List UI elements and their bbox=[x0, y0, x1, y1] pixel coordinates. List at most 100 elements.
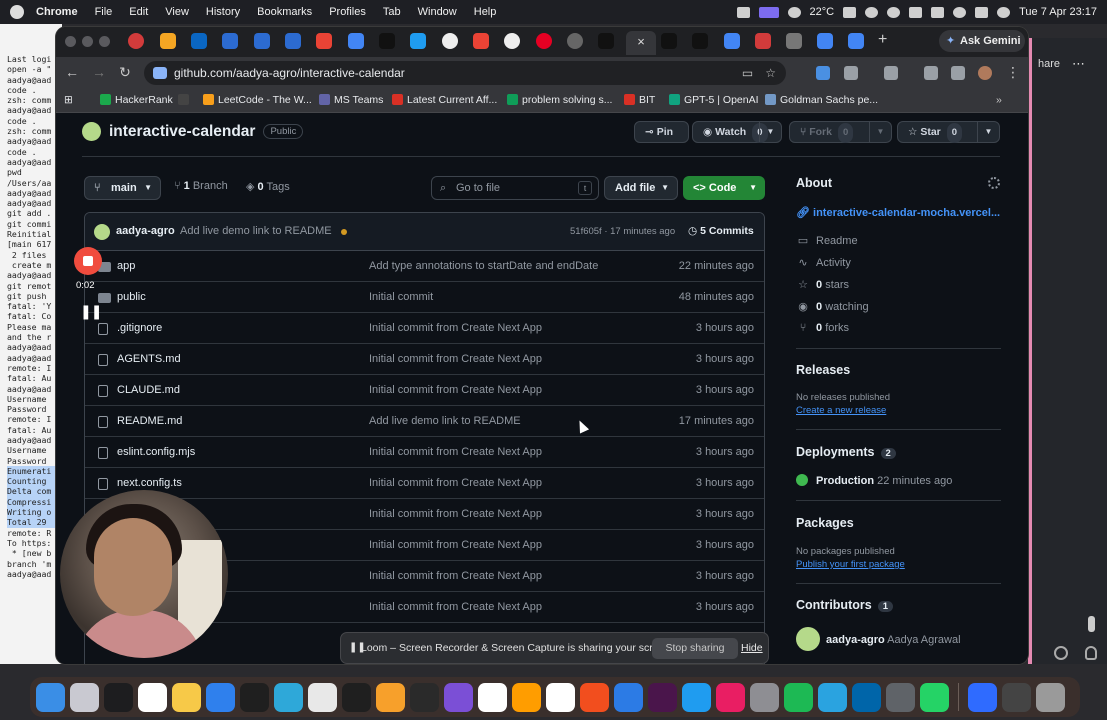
webcam-bubble[interactable] bbox=[60, 490, 228, 658]
readme-link[interactable]: ▭ Readme bbox=[796, 234, 858, 247]
branch-selector[interactable]: ⑂ main ▼ bbox=[84, 176, 161, 200]
network-icon[interactable] bbox=[968, 682, 997, 712]
file-name[interactable]: AGENTS.md bbox=[117, 353, 181, 365]
background-window[interactable]: hare ⋯ bbox=[1028, 38, 1107, 664]
bookmark-star-icon[interactable]: ☆ bbox=[765, 61, 776, 85]
mic-icon[interactable] bbox=[736, 6, 750, 18]
file-row[interactable]: next.config.ts Initial commit from Create… bbox=[85, 468, 764, 499]
emoji-icon[interactable] bbox=[1054, 646, 1068, 660]
contributor-item[interactable]: aadya-agro Aadya Agrawal bbox=[796, 627, 961, 651]
file-row[interactable]: README.md Add live demo link to README 17 … bbox=[85, 406, 764, 437]
reload-icon[interactable]: ↻ bbox=[116, 64, 134, 81]
releases-title[interactable]: Releases bbox=[796, 363, 850, 377]
tab-icon-4[interactable] bbox=[222, 33, 238, 49]
menu-edit[interactable]: Edit bbox=[129, 6, 148, 18]
terminal-window[interactable]: Last logi open -a " aadya@aad code . zsh: co… bbox=[0, 24, 62, 664]
fork-button[interactable]: ⑂ Fork 0 ▼ bbox=[789, 121, 892, 143]
commits-link[interactable]: ◷ 5 Commits bbox=[688, 225, 754, 237]
file-row[interactable]: .gitignore Initial commit from Create Nex… bbox=[85, 313, 764, 344]
menu-file[interactable]: File bbox=[95, 6, 113, 18]
google-tab-icon-2[interactable] bbox=[504, 33, 520, 49]
tab-icon-20[interactable] bbox=[755, 33, 771, 49]
file-commit-message[interactable]: Initial commit from Create Next App bbox=[369, 384, 542, 396]
deployments-title[interactable]: Deployments 2 bbox=[796, 445, 896, 459]
tab-icon-15[interactable] bbox=[567, 33, 583, 49]
vercel-tab-icon[interactable] bbox=[379, 33, 395, 49]
file-row[interactable]: eslint.config.mjs Initial commit from Cre… bbox=[85, 437, 764, 468]
file-commit-message[interactable]: Initial commit from Create Next App bbox=[369, 353, 542, 365]
site-info-icon[interactable] bbox=[153, 67, 167, 79]
file-name[interactable]: .gitignore bbox=[117, 322, 162, 334]
google-tab-icon[interactable] bbox=[442, 33, 458, 49]
file-row[interactable]: AGENTS.md Initial commit from Create Next… bbox=[85, 344, 764, 375]
commit-hash-time[interactable]: 51f605f · 17 minutes ago bbox=[570, 226, 675, 237]
more-icon[interactable]: ⋯ bbox=[1072, 56, 1085, 72]
datetime-label[interactable]: Tue 7 Apr 23:17 bbox=[1019, 6, 1097, 18]
url-text[interactable]: github.com/aadya-agro/interactive-calend… bbox=[174, 66, 405, 80]
chevron-down-icon[interactable]: ▼ bbox=[869, 122, 891, 142]
file-commit-message[interactable]: Initial commit from Create Next App bbox=[369, 570, 542, 582]
new-tab-button[interactable]: + bbox=[878, 31, 887, 49]
play-icon[interactable] bbox=[887, 6, 901, 18]
vercel-tab-icon-4[interactable] bbox=[692, 33, 708, 49]
intellij-icon[interactable] bbox=[716, 682, 745, 712]
more-bookmarks-icon[interactable]: » bbox=[996, 94, 1002, 106]
bookmark-generic[interactable] bbox=[178, 94, 193, 106]
siri-icon[interactable] bbox=[997, 6, 1011, 18]
tab-icon-22[interactable] bbox=[817, 33, 833, 49]
publish-package-link[interactable]: Publish your first package bbox=[796, 559, 905, 570]
file-row[interactable]: public Initial commit 48 minutes ago bbox=[85, 282, 764, 313]
menu-app-name[interactable]: Chrome bbox=[36, 6, 78, 18]
settings-icon[interactable] bbox=[750, 682, 779, 712]
file-row[interactable]: app Add type annotations to startDate and… bbox=[85, 251, 764, 282]
file-name[interactable]: next.config.ts bbox=[117, 477, 182, 489]
download-icon[interactable] bbox=[924, 66, 938, 80]
chevron-down-icon[interactable]: ▼ bbox=[759, 122, 781, 142]
clock-icon[interactable] bbox=[342, 682, 371, 712]
bookmark-bit[interactable]: BIT bbox=[624, 94, 655, 106]
menu-bookmarks[interactable]: Bookmarks bbox=[257, 6, 312, 18]
hide-banner-link[interactable]: Hide bbox=[741, 642, 763, 654]
extension-icon-1[interactable] bbox=[816, 66, 830, 80]
tasks-icon[interactable] bbox=[206, 682, 235, 712]
homepage-link[interactable]: 🔗︎ interactive-calendar-mocha.vercel... bbox=[796, 206, 1000, 219]
battery-icon[interactable] bbox=[909, 6, 923, 18]
audio-tab-icon[interactable] bbox=[786, 33, 802, 49]
share-label[interactable]: hare bbox=[1038, 58, 1060, 70]
chrome-menu-icon[interactable]: ⋮ bbox=[1004, 64, 1022, 81]
launchpad-icon[interactable] bbox=[70, 682, 99, 712]
minimize-window-button[interactable] bbox=[82, 36, 93, 47]
notion-icon[interactable] bbox=[138, 682, 167, 712]
github-desktop-icon[interactable] bbox=[444, 682, 473, 712]
bookmark-gpt5[interactable]: GPT-5 | OpenAI bbox=[669, 94, 759, 106]
bookmark-goldman[interactable]: Goldman Sachs pe... bbox=[765, 94, 878, 106]
file-commit-message[interactable]: Add live demo link to README bbox=[369, 415, 521, 427]
apps-grid-icon[interactable]: ⊞ bbox=[64, 94, 73, 106]
pause-icon[interactable]: ❚❚ bbox=[80, 303, 102, 320]
menu-window[interactable]: Window bbox=[418, 6, 457, 18]
vscode-icon[interactable] bbox=[682, 682, 711, 712]
menu-history[interactable]: History bbox=[206, 6, 240, 18]
author-avatar[interactable] bbox=[94, 224, 110, 240]
packages-title[interactable]: Packages bbox=[796, 516, 854, 530]
branches-link[interactable]: ⑂ 1 Branch bbox=[174, 180, 228, 192]
status-dot[interactable] bbox=[341, 229, 347, 235]
tags-link[interactable]: ◈ 0 Tags bbox=[246, 180, 290, 193]
wifi-icon[interactable] bbox=[931, 6, 945, 18]
watching-link[interactable]: ◉ 0 watching bbox=[796, 300, 868, 313]
file-commit-message[interactable]: Initial commit from Create Next App bbox=[369, 539, 542, 551]
cast-icon[interactable]: ▭ bbox=[742, 61, 753, 85]
linkedin-tab-icon[interactable] bbox=[191, 33, 207, 49]
spotlight-icon[interactable] bbox=[953, 6, 967, 18]
file-name[interactable]: CLAUDE.md bbox=[117, 384, 180, 396]
finder-icon[interactable] bbox=[36, 682, 65, 712]
loom-menubar-icon[interactable] bbox=[758, 6, 779, 18]
menu-tab[interactable]: Tab bbox=[383, 6, 401, 18]
tab-icon-23[interactable] bbox=[848, 33, 864, 49]
stop-sharing-button[interactable]: Stop sharing bbox=[652, 638, 738, 659]
file-name[interactable]: public bbox=[117, 291, 146, 303]
vercel-tab-icon-2[interactable] bbox=[598, 33, 614, 49]
address-bar[interactable]: github.com/aadya-agro/interactive-calend… bbox=[144, 61, 786, 85]
file-name[interactable]: app bbox=[117, 260, 135, 272]
profile-avatar[interactable] bbox=[978, 66, 992, 80]
